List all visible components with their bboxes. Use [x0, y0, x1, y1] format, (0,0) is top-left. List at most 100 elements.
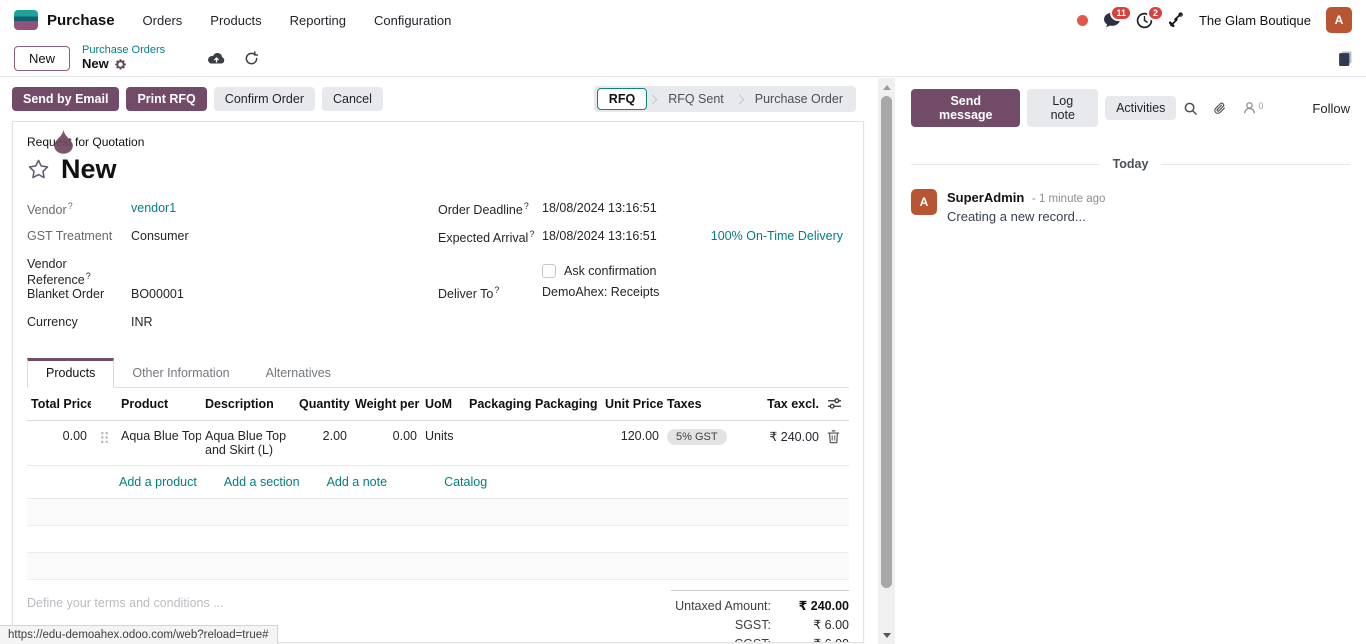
- help-marker: ?: [494, 285, 499, 295]
- tab-other-information[interactable]: Other Information: [114, 358, 247, 388]
- cell-product-link[interactable]: Aqua Blue Top ar: [117, 421, 201, 451]
- cell-total-price[interactable]: 0.00: [27, 421, 91, 451]
- menu-products[interactable]: Products: [210, 13, 261, 28]
- field-label: GST Treatment: [27, 229, 131, 243]
- discard-refresh-icon[interactable]: [244, 51, 259, 66]
- tab-alternatives[interactable]: Alternatives: [248, 358, 349, 388]
- expected-arrival-value[interactable]: 18/08/2024 13:16:51: [542, 229, 657, 243]
- activities-button[interactable]: 2: [1136, 12, 1153, 29]
- field-expected-arrival: Expected Arrival? 18/08/2024 13:16:51 10…: [438, 229, 849, 257]
- scroll-down-button[interactable]: [878, 628, 895, 642]
- gst-treatment-value[interactable]: Consumer: [131, 229, 189, 243]
- cell-uom[interactable]: Units: [421, 421, 465, 451]
- breadcrumb-parent[interactable]: Purchase Orders: [82, 44, 165, 57]
- optional-columns-button[interactable]: [823, 388, 849, 420]
- send-message-button[interactable]: Send message: [911, 89, 1020, 127]
- cell-weight[interactable]: 0.00: [351, 421, 421, 451]
- cell-unit-price[interactable]: 120.00: [601, 421, 663, 451]
- stage-rfq[interactable]: RFQ: [597, 88, 647, 110]
- company-name[interactable]: The Glam Boutique: [1199, 13, 1311, 28]
- tab-products[interactable]: Products: [27, 358, 114, 388]
- col-taxes[interactable]: Taxes: [663, 388, 739, 418]
- col-total-price[interactable]: Total Price: [27, 388, 91, 418]
- activities-button[interactable]: Activities: [1105, 96, 1176, 120]
- col-packaging[interactable]: Packaging: [531, 388, 601, 418]
- cloud-save-icon[interactable]: [207, 51, 226, 66]
- catalog-link[interactable]: Catalog: [444, 475, 487, 489]
- message-avatar[interactable]: A: [911, 189, 937, 215]
- field-currency: Currency INR: [27, 315, 438, 343]
- scrollbar-thumb[interactable]: [881, 96, 892, 588]
- send-by-email-button[interactable]: Send by Email: [12, 87, 119, 111]
- log-note-button[interactable]: Log note: [1027, 89, 1098, 127]
- col-description[interactable]: Description: [201, 388, 295, 418]
- blanket-order-value[interactable]: BO00001: [131, 287, 184, 301]
- add-a-section-link[interactable]: Add a section: [224, 475, 300, 489]
- stage-purchase-order[interactable]: Purchase Order: [745, 89, 853, 109]
- ask-confirmation-checkbox[interactable]: [542, 264, 556, 278]
- menu-configuration[interactable]: Configuration: [374, 13, 451, 28]
- ask-confirmation-label: Ask confirmation: [564, 264, 656, 278]
- col-unit-price[interactable]: Unit Price: [601, 388, 663, 418]
- untaxed-amount-row: Untaxed Amount: ₹ 240.00: [671, 596, 849, 615]
- on-time-delivery-link[interactable]: 100% On-Time Delivery: [711, 229, 843, 243]
- app-name[interactable]: Purchase: [47, 12, 115, 29]
- empty-table-row: [27, 526, 849, 553]
- purchase-app-icon[interactable]: [14, 10, 38, 30]
- drag-handle[interactable]: [91, 421, 117, 452]
- followers-button[interactable]: 0: [1242, 101, 1263, 115]
- cell-packaging[interactable]: [531, 421, 601, 437]
- record-title[interactable]: New: [61, 154, 117, 185]
- recording-dot-icon: [1077, 15, 1088, 26]
- status-widget: RFQ RFQ Sent Purchase Order: [594, 86, 856, 112]
- field-label: Currency: [27, 315, 131, 329]
- field-deliver-to: Deliver To? DemoAhex: Receipts: [438, 285, 849, 313]
- col-weight[interactable]: Weight per ...: [351, 388, 421, 418]
- chatter-message: A SuperAdmin - 1 minute ago Creating a n…: [895, 171, 1366, 225]
- vendor-value[interactable]: vendor1: [131, 201, 176, 215]
- currency-value[interactable]: INR: [131, 315, 153, 329]
- user-avatar[interactable]: A: [1326, 7, 1352, 33]
- breadcrumb: Purchase Orders New: [82, 44, 165, 72]
- add-a-product-link[interactable]: Add a product: [119, 475, 197, 489]
- cell-packaging-qty[interactable]: [465, 421, 531, 437]
- cell-description[interactable]: Aqua Blue Top and Skirt (L): [201, 421, 295, 465]
- confirm-order-button[interactable]: Confirm Order: [214, 87, 315, 111]
- attachments-button[interactable]: [1213, 101, 1227, 116]
- add-a-note-link[interactable]: Add a note: [327, 475, 387, 489]
- menu-reporting[interactable]: Reporting: [290, 13, 346, 28]
- menu-orders[interactable]: Orders: [143, 13, 183, 28]
- col-tax-excl[interactable]: Tax excl.: [739, 388, 823, 418]
- navbar-right: 11 2 The Glam Boutique A: [1077, 7, 1352, 33]
- print-rfq-button[interactable]: Print RFQ: [126, 87, 206, 111]
- deliver-to-value[interactable]: DemoAhex: Receipts: [542, 285, 659, 299]
- messages-button[interactable]: 11: [1103, 12, 1121, 28]
- book-icon[interactable]: [1338, 51, 1352, 66]
- col-packaging-qty[interactable]: Packaging ...: [465, 388, 531, 418]
- cell-quantity[interactable]: 2.00: [295, 421, 351, 451]
- new-button[interactable]: New: [14, 46, 70, 71]
- sgst-row: SGST: ₹ 6.00: [671, 615, 849, 634]
- gear-icon[interactable]: [114, 58, 127, 71]
- scroll-up-button[interactable]: [878, 80, 895, 94]
- col-product[interactable]: Product: [117, 388, 201, 418]
- follow-button[interactable]: Follow: [1312, 101, 1350, 116]
- col-uom[interactable]: UoM: [421, 388, 465, 418]
- field-ask-confirmation: Ask confirmation: [438, 257, 849, 285]
- order-line-row[interactable]: 0.00 Aqua Blue Top ar Aqua Blue Top and …: [27, 421, 849, 466]
- notebook-tabs: Products Other Information Alternatives: [27, 357, 849, 388]
- cell-taxes[interactable]: 5% GST: [663, 421, 739, 453]
- favorite-star-icon[interactable]: [27, 158, 50, 181]
- cancel-button[interactable]: Cancel: [322, 87, 383, 111]
- vertical-scrollbar[interactable]: [878, 78, 895, 644]
- stage-rfq-sent[interactable]: RFQ Sent: [658, 89, 734, 109]
- tax-badge[interactable]: 5% GST: [667, 429, 727, 445]
- tools-icon[interactable]: [1168, 12, 1184, 28]
- search-messages-button[interactable]: [1183, 101, 1198, 116]
- paperclip-icon: [1213, 101, 1227, 116]
- order-deadline-value[interactable]: 18/08/2024 13:16:51: [542, 201, 657, 215]
- delete-line-button[interactable]: [823, 421, 849, 455]
- col-quantity[interactable]: Quantity: [295, 388, 351, 418]
- sgst-value: ₹ 6.00: [771, 617, 849, 632]
- message-author[interactable]: SuperAdmin: [947, 190, 1024, 205]
